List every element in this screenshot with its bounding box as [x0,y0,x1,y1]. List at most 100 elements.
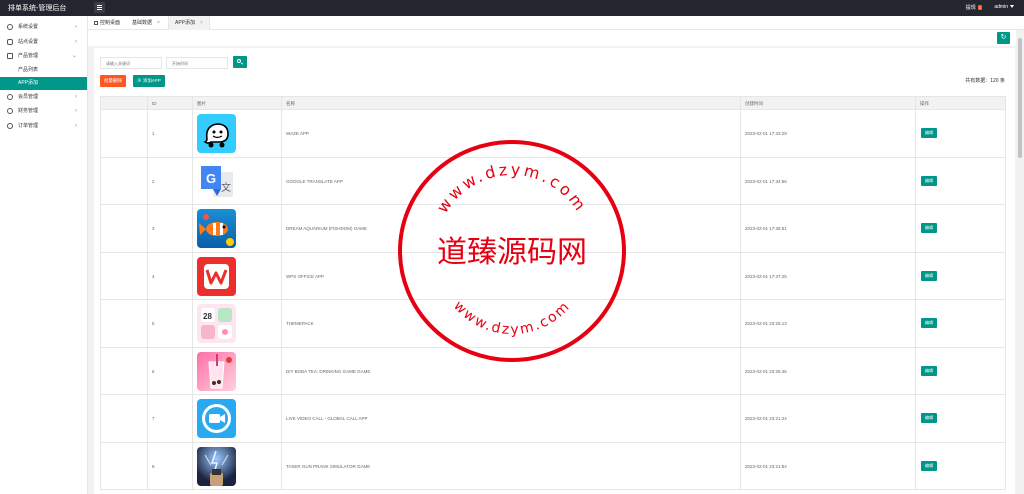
edit-button[interactable]: 编辑 [921,318,937,328]
sidebar-item-product-management[interactable]: 产品管理 ⌄ [0,49,87,64]
tab-basic-data[interactable]: 基础数据 × [126,16,166,30]
edit-button[interactable]: 编辑 [921,270,937,281]
header-name: 名称 [281,97,740,111]
dream-aquarium-icon [197,209,236,248]
add-app-button[interactable]: ⊕ 添加APP [133,75,165,87]
search-button[interactable] [233,56,247,68]
row-image-cell [192,442,281,490]
start-date-input[interactable] [166,57,228,69]
sidebar-item-label: 会员管理 [18,93,39,100]
svg-text:G: G [206,171,216,186]
row-name: DIY BOBA TEA: DRINKING GAME GAME [281,347,740,395]
wps-office-icon [197,256,236,296]
row-select-cell[interactable] [101,300,147,348]
tab-dashboard[interactable]: 控制桌面 [88,16,126,30]
row-image-cell [192,252,281,300]
username: admin [994,4,1008,10]
sidebar-item-label: 产品管理 [18,53,39,59]
close-icon[interactable]: × [157,20,160,26]
row-name: DREAM AQUARIUM (FISHDOM) GAME [281,205,740,253]
row-id: 4 [147,252,192,300]
sidebar: 系统设置 ‹ 站点设置 ‹ 产品管理 ⌄ 产品列表 APP添加 会员管理 ‹ 财… [0,16,88,494]
row-name: WAZE APP [281,110,740,158]
chevron-left-icon: ‹ [75,122,77,129]
row-select-cell[interactable] [101,253,147,301]
order-icon [7,122,13,129]
row-created: 2023-02-01 23:26:46 [740,347,915,395]
table-row: 7 LIVE VIDEO CALL - GLOBAL CALL APP 2023… [100,395,1006,443]
chevron-down-icon: ⌄ [71,53,77,59]
app-title: 排单系统-管理后台 [8,5,67,12]
sidebar-item-system-settings[interactable]: 系统设置 ‹ [0,20,87,35]
edit-button[interactable]: 编辑 [921,413,937,423]
svg-text:文: 文 [221,181,231,194]
row-created: 2023-02-01 23:21:54 [740,442,915,490]
row-select-cell[interactable] [101,110,147,158]
user-icon [7,93,13,100]
batch-delete-button[interactable]: 批量删除 [100,75,126,87]
edit-button[interactable]: 编辑 [921,460,937,471]
table-row: 3 DREAM AQUARIUM (FISHDOM) GAME 2023-02-… [100,205,1006,253]
sidebar-item-finance-management[interactable]: 财务管理 ‹ [0,104,87,119]
tab-label: 控制桌面 [100,20,121,26]
menu-toggle-button[interactable] [94,2,105,13]
header-id: ID [147,97,192,111]
gear-icon [7,24,13,30]
refresh-icon: ↻ [1000,34,1007,41]
edit-button[interactable]: 编辑 [921,365,937,376]
sidebar-item-order-management[interactable]: 订单管理 ‹ [0,119,87,134]
table-row: 6 DIY BOBA TEA: DRINKING GAME GAME 2023-… [100,347,1006,396]
refresh-bar: ↻ [88,30,1016,46]
tab-app-add[interactable]: APP添加 × [168,16,210,30]
row-select-cell[interactable] [101,348,147,396]
caret-down-icon [1010,5,1014,9]
app-table: ID 图片 名称 创建时间 操作 1 WAZE APP 2023-02-01 1… [100,96,1006,490]
row-select-cell[interactable] [101,158,147,206]
row-select-cell[interactable] [101,395,147,443]
total-unit: 条 [999,78,1005,84]
row-created: 2023-02-01 23:26:13 [740,300,915,348]
sidebar-item-member-management[interactable]: 会员管理 ‹ [0,90,87,105]
page-scrollbar[interactable] [1016,30,1024,494]
edit-button[interactable]: 编辑 [921,128,937,138]
table-row: 1 WAZE APP 2023-02-01 17:33:29 编辑 [100,110,1006,158]
home-icon [7,53,13,59]
edit-button[interactable]: 编辑 [921,175,937,186]
row-id: 8 [147,442,192,490]
sidebar-subitem-product-list[interactable]: 产品列表 [0,64,87,77]
sidebar-subitem-app-add[interactable]: APP添加 [0,76,87,90]
row-name: LIVE VIDEO CALL - GLOBAL CALL APP [281,395,740,443]
row-action-cell: 编辑 [915,252,1007,300]
total-count: 共有数据：120 条 [965,77,1005,84]
sidebar-item-site-settings[interactable]: 站点设置 ‹ [0,35,87,50]
header-action: 操作 [915,97,1007,111]
table-row: 2 G文 GOOGLE TRANSLATE APP 2023-02-01 17:… [100,157,1006,206]
tab-label: APP添加 [175,20,196,26]
close-icon[interactable]: × [200,20,203,26]
total-label: 共有数据： [965,78,991,84]
keyword-search-input[interactable] [100,57,162,69]
row-name: GOOGLE TRANSLATE APP [281,157,740,205]
chevron-left-icon: ‹ [75,38,77,45]
sidebar-item-label: 站点设置 [18,38,39,45]
row-action-cell: 编辑 [915,395,1007,443]
tab-label: 基础数据 [132,20,153,26]
home-icon [94,20,98,25]
withdraw-notice[interactable]: 提现 1 [966,4,982,11]
svg-text:28: 28 [203,312,212,321]
row-created: 2023-02-01 17:33:29 [740,110,915,158]
top-bar: 排单系统-管理后台 提现 1 admin [0,0,1024,16]
scrollbar-thumb[interactable] [1018,38,1022,158]
row-id: 1 [147,110,192,158]
table-row: 8 TASER GUN PRANK SIMULATOR GAME 2023-02… [100,442,1006,491]
sidebar-item-label: 财务管理 [18,108,39,114]
row-select-cell[interactable] [101,443,147,491]
edit-button[interactable]: 编辑 [921,223,937,233]
row-image-cell [192,205,281,253]
row-select-cell[interactable] [101,205,147,253]
user-menu[interactable]: admin [994,4,1014,10]
row-created: 2023-02-01 23:21:24 [740,395,915,443]
row-id: 2 [147,157,192,205]
row-image-cell [192,347,281,395]
refresh-button[interactable]: ↻ [997,32,1010,44]
